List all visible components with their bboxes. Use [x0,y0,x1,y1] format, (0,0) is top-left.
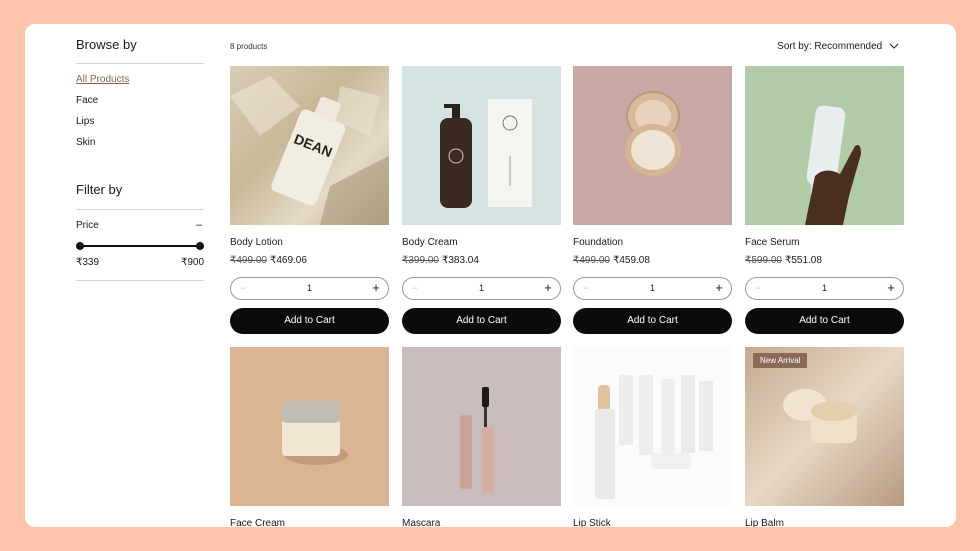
price-min: ₹339 [76,257,100,268]
product-price: ₹599.00 ₹551.08 [745,255,822,266]
product-name[interactable]: Face Cream [230,518,285,527]
original-price: ₹599.00 [745,255,782,266]
add-to-cart-button[interactable]: Add to Cart [745,308,904,334]
increment-button[interactable]: + [370,281,382,294]
product-image[interactable]: New Arrival [745,347,904,506]
product-card: New Arrival Lip Balm [745,347,904,527]
hand-tube-illustration [805,105,861,225]
price-range-values: ₹339 ₹900 [76,257,204,268]
price-max: ₹900 [180,257,204,268]
sort-label: Sort by: Recommended [777,41,883,52]
sale-price: ₹551.08 [784,255,822,266]
browse-by-heading: Browse by [76,37,137,52]
quantity-stepper[interactable]: − 1 + [230,277,389,300]
product-name[interactable]: Lip Balm [745,518,784,527]
product-image[interactable] [230,347,389,506]
sale-price: ₹459.08 [612,255,650,266]
compact-illustration [625,91,681,176]
chevron-down-icon [889,44,899,50]
product-image[interactable] [573,66,732,225]
add-to-cart-button[interactable]: Add to Cart [230,308,389,334]
product-name[interactable]: Lip Stick [573,518,611,527]
quantity-value[interactable]: 1 [574,283,731,293]
lipstick-illustration [595,375,713,499]
increment-button[interactable]: + [542,281,554,294]
product-image[interactable]: DEAN [230,66,389,225]
slider-track [80,245,200,247]
product-image[interactable] [402,66,561,225]
sale-price: ₹469.06 [269,255,307,266]
shop-panel: Browse by All Products Face Lips Skin Fi… [25,24,956,527]
lip-balm-illustration [783,389,857,443]
product-image[interactable] [573,347,732,506]
divider [76,280,204,281]
divider [76,63,204,64]
product-name[interactable]: Body Lotion [230,237,283,248]
quantity-value[interactable]: 1 [231,283,388,293]
mascara-illustration [460,387,494,493]
original-price: ₹499.00 [230,255,267,266]
increment-button[interactable]: + [885,281,897,294]
slider-min-handle[interactable] [76,242,84,250]
product-image[interactable] [745,66,904,225]
slider-max-handle[interactable] [196,242,204,250]
original-price: ₹399.00 [402,255,439,266]
product-price: ₹499.00 ₹469.06 [230,255,307,266]
product-card: Face Serum ₹599.00 ₹551.08 − 1 + Add to C… [745,66,904,334]
product-price: ₹399.00 ₹383.04 [402,255,479,266]
quantity-stepper[interactable]: − 1 + [745,277,904,300]
sale-price: ₹383.04 [441,255,479,266]
product-name[interactable]: Body Cream [402,237,458,248]
divider [76,209,204,210]
price-label: Price [76,220,99,231]
product-name[interactable]: Face Serum [745,237,799,248]
new-arrival-badge: New Arrival [753,353,808,368]
product-card: Mascara [402,347,561,527]
filter-by-heading: Filter by [76,182,123,197]
product-name[interactable]: Mascara [402,518,440,527]
product-count: 8 products [230,42,268,51]
original-price: ₹499.00 [573,255,610,266]
add-to-cart-button[interactable]: Add to Cart [573,308,732,334]
product-card: Lip Stick [573,347,732,527]
category-face[interactable]: Face [76,95,98,106]
category-skin[interactable]: Skin [76,137,95,148]
price-filter-header[interactable]: Price – [76,219,204,231]
product-card: Body Cream ₹399.00 ₹383.04 − 1 + Add to C… [402,66,561,334]
sort-dropdown[interactable]: Sort by: Recommended [777,41,899,52]
lotion-bottle-illustration: DEAN [230,76,389,225]
add-to-cart-button[interactable]: Add to Cart [402,308,561,334]
cream-jar-illustration [282,401,348,465]
quantity-value[interactable]: 1 [746,283,903,293]
product-card: Face Cream [230,347,389,527]
increment-button[interactable]: + [713,281,725,294]
product-name[interactable]: Foundation [573,237,623,248]
collapse-icon[interactable]: – [196,219,202,231]
product-image[interactable] [402,347,561,506]
pump-bottle-illustration [440,99,532,208]
quantity-stepper[interactable]: − 1 + [402,277,561,300]
price-range-slider[interactable] [76,241,204,251]
product-card: Foundation ₹499.00 ₹459.08 − 1 + Add to C… [573,66,732,334]
quantity-value[interactable]: 1 [403,283,560,293]
category-lips[interactable]: Lips [76,116,94,127]
quantity-stepper[interactable]: − 1 + [573,277,732,300]
category-all-products[interactable]: All Products [76,74,129,85]
product-price: ₹499.00 ₹459.08 [573,255,650,266]
product-card: DEAN Body Lotion ₹499.00 ₹469.06 − 1 + Ad… [230,66,389,334]
